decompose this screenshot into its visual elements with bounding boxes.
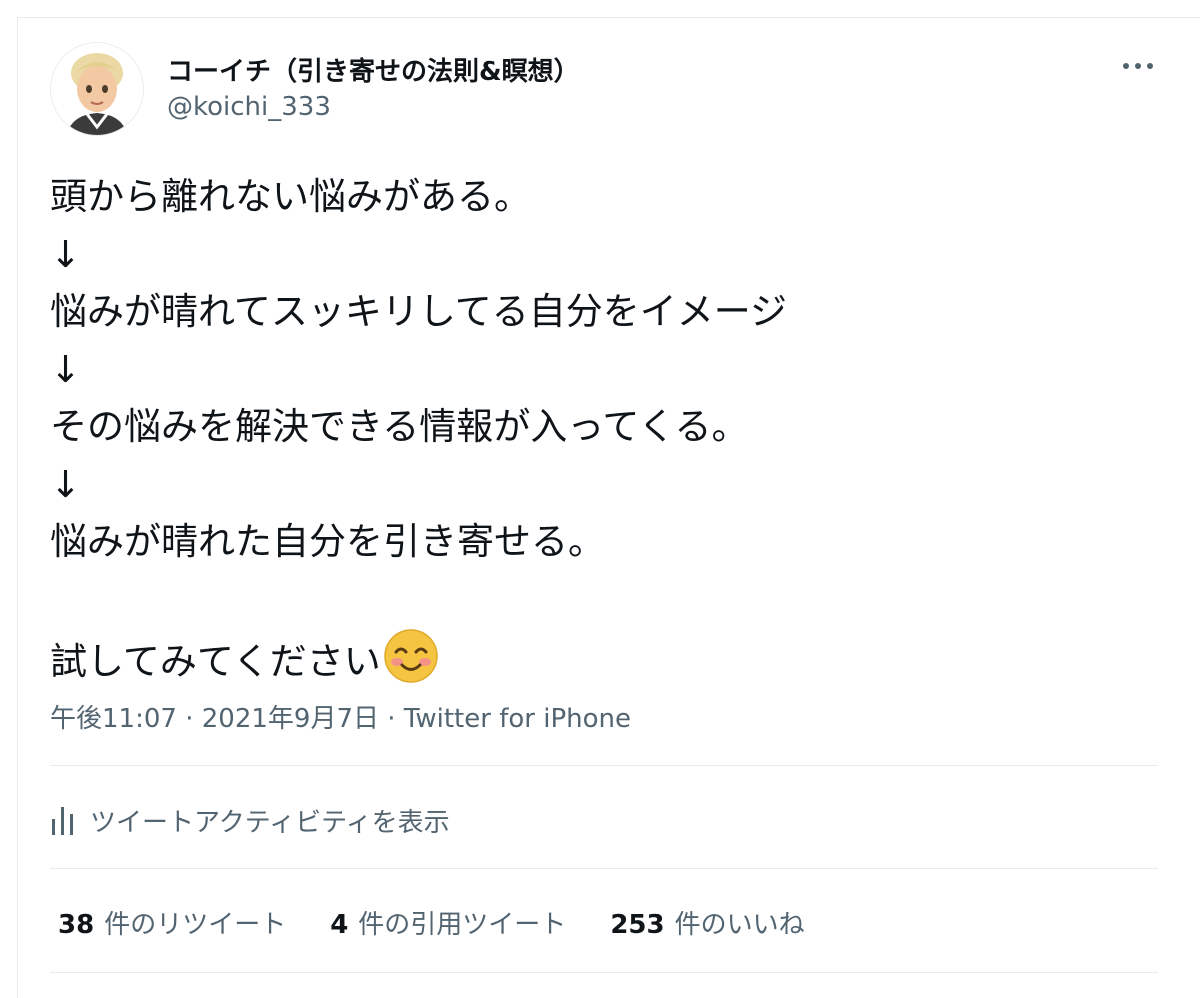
view-tweet-activity-button[interactable]: ツイートアクティビティを表示 [50,800,450,840]
tweet-time-link[interactable]: 午後11:07 [50,704,177,734]
likes-count: 253 [610,909,665,940]
likes-stat[interactable]: 253 件のいいね [610,904,804,941]
quotes-label: 件の引用ツイート [358,909,567,940]
avatar-image [51,43,143,135]
quotes-count: 4 [330,909,349,940]
smiling-face-with-blush-icon [383,628,439,701]
tweet-line: その悩みを解決できる情報が入ってくる。 [50,405,749,448]
tweet-line: 悩みが晴れた自分を引き寄せる。 [50,520,605,563]
tweet-line: ↓ [50,462,82,506]
tweet-line: 頭から離れない悩みがある。 [50,175,531,218]
meta-separator: · [379,704,404,734]
more-options-button[interactable] [1118,52,1158,80]
activity-label: ツイートアクティビティを表示 [90,807,450,838]
tweet-line: 悩みが晴れてスッキリしてる自分をイメージ [50,290,788,333]
divider [50,868,1158,869]
tweet-meta: 午後11:07 · 2021年9月7日 · Twitter for iPhone [50,698,631,735]
author-handle[interactable]: @koichi_333 [167,92,331,122]
tweet-source-link[interactable]: Twitter for iPhone [404,704,631,734]
tweet-line-last: 試してみてください [50,628,1160,686]
tweet-line-text: 試してみてください [50,640,381,683]
analytics-bars-icon [52,807,73,835]
avatar[interactable] [50,42,144,136]
retweets-label: 件のリツイート [104,909,287,940]
meta-separator: · [176,704,202,734]
tweet-line: ↓ [50,347,82,391]
tweet-line: ↓ [50,232,82,276]
retweets-stat[interactable]: 38 件のリツイート [58,904,286,941]
divider [50,765,1158,766]
tweet-date-link[interactable]: 2021年9月7日 [202,704,379,734]
quote-tweets-stat[interactable]: 4 件の引用ツイート [330,904,566,941]
author-display-name[interactable]: コーイチ（引き寄せの法則&瞑想） [167,51,580,88]
engagement-stats: 38 件のリツイート 4 件の引用ツイート 253 件のいいね [58,900,805,944]
divider [50,972,1158,973]
likes-label: 件のいいね [674,909,805,940]
more-dots-icon [1123,63,1153,69]
retweets-count: 38 [58,909,95,940]
tweet-text: 頭から離れない悩みがある。 ↓ 悩みが晴れてスッキリしてる自分をイメージ ↓ そ… [50,168,1160,686]
